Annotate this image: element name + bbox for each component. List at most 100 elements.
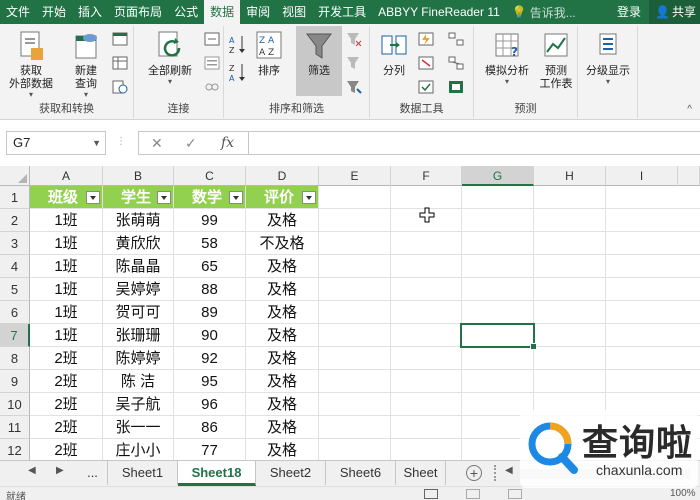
- cell-H3[interactable]: [534, 232, 606, 255]
- connections-icon[interactable]: [204, 32, 220, 46]
- tab-6[interactable]: 审阅: [240, 0, 276, 24]
- row-header-1[interactable]: 1: [0, 186, 30, 209]
- sort-descending-button[interactable]: ZA: [228, 62, 248, 86]
- cell-E10[interactable]: [319, 393, 391, 416]
- cell-B8[interactable]: 陈婷婷: [103, 347, 174, 370]
- cell-F5[interactable]: [391, 278, 462, 301]
- cell-B11[interactable]: 张一一: [103, 416, 174, 439]
- hscroll-left-icon[interactable]: ◀: [505, 465, 513, 476]
- properties-icon[interactable]: [204, 56, 220, 70]
- cell-G8[interactable]: [462, 347, 534, 370]
- cell-H7[interactable]: [534, 324, 606, 347]
- data-validation-icon[interactable]: [418, 80, 434, 94]
- cell-G5[interactable]: [462, 278, 534, 301]
- cell-C9[interactable]: 95: [174, 370, 246, 393]
- text-to-columns-button[interactable]: 分列: [374, 30, 414, 78]
- get-external-data-button[interactable]: 获取 外部数据 ▾: [4, 30, 58, 99]
- cell-F10[interactable]: [391, 393, 462, 416]
- cell-D4[interactable]: 及格: [246, 255, 319, 278]
- forecast-sheet-button[interactable]: 预测 工作表: [536, 30, 576, 91]
- cell-F11[interactable]: [391, 416, 462, 439]
- cell-A11[interactable]: 2班: [30, 416, 103, 439]
- cell-B1[interactable]: 学生: [103, 186, 174, 209]
- column-header-A[interactable]: A: [30, 166, 103, 186]
- chevron-down-icon[interactable]: ▼: [92, 132, 101, 154]
- cell-C11[interactable]: 86: [174, 416, 246, 439]
- cell-G2[interactable]: [462, 209, 534, 232]
- filter-button[interactable]: 筛选: [296, 26, 342, 96]
- cell-F6[interactable]: [391, 301, 462, 324]
- row-header-7[interactable]: 7: [0, 324, 30, 347]
- cell-H9[interactable]: [534, 370, 606, 393]
- cell-I1[interactable]: [606, 186, 700, 209]
- cell-F4[interactable]: [391, 255, 462, 278]
- collapse-ribbon-icon[interactable]: ^: [687, 104, 692, 115]
- cell-E4[interactable]: [319, 255, 391, 278]
- cell-A1[interactable]: 班级: [30, 186, 103, 209]
- tab-2[interactable]: 插入: [72, 0, 108, 24]
- cell-B5[interactable]: 吴婷婷: [103, 278, 174, 301]
- row-header-12[interactable]: 12: [0, 439, 30, 460]
- insert-function-icon[interactable]: fx: [221, 135, 234, 151]
- row-header-9[interactable]: 9: [0, 370, 30, 393]
- show-queries-icon[interactable]: [112, 32, 128, 46]
- sheet-tab-sheet18[interactable]: Sheet18: [178, 461, 256, 486]
- cell-E6[interactable]: [319, 301, 391, 324]
- cell-G9[interactable]: [462, 370, 534, 393]
- cell-A9[interactable]: 2班: [30, 370, 103, 393]
- remove-duplicates-icon[interactable]: [418, 56, 434, 70]
- column-header-G[interactable]: G: [462, 166, 534, 186]
- cell-G1[interactable]: [462, 186, 534, 209]
- filter-dropdown-icon[interactable]: [229, 191, 243, 204]
- tab-splitter[interactable]: [494, 465, 498, 481]
- sheet-tab-sheet1[interactable]: Sheet1: [108, 461, 178, 485]
- cell-G3[interactable]: [462, 232, 534, 255]
- add-sheet-icon[interactable]: +: [466, 465, 482, 481]
- filter-dropdown-icon[interactable]: [157, 191, 171, 204]
- cell-F12[interactable]: [391, 439, 462, 460]
- tab-8[interactable]: 开发工具: [312, 0, 372, 24]
- cell-I3[interactable]: [606, 232, 700, 255]
- cell-D6[interactable]: 及格: [246, 301, 319, 324]
- cell-F8[interactable]: [391, 347, 462, 370]
- advanced-filter-icon[interactable]: [346, 80, 362, 94]
- cell-G6[interactable]: [462, 301, 534, 324]
- cell-C2[interactable]: 99: [174, 209, 246, 232]
- cell-C6[interactable]: 89: [174, 301, 246, 324]
- cell-A6[interactable]: 1班: [30, 301, 103, 324]
- cell-A10[interactable]: 2班: [30, 393, 103, 416]
- cell-E9[interactable]: [319, 370, 391, 393]
- column-header-B[interactable]: B: [103, 166, 174, 186]
- cell-I4[interactable]: [606, 255, 700, 278]
- cell-A7[interactable]: 1班: [30, 324, 103, 347]
- share-button[interactable]: 👤 共享: [649, 0, 700, 24]
- cell-C12[interactable]: 77: [174, 439, 246, 460]
- cell-H4[interactable]: [534, 255, 606, 278]
- cell-C7[interactable]: 90: [174, 324, 246, 347]
- cell-D11[interactable]: 及格: [246, 416, 319, 439]
- column-header-C[interactable]: C: [174, 166, 246, 186]
- cell-D8[interactable]: 及格: [246, 347, 319, 370]
- sort-ascending-button[interactable]: AZ: [228, 34, 248, 58]
- reapply-filter-icon[interactable]: [346, 56, 362, 70]
- cell-B4[interactable]: 陈晶晶: [103, 255, 174, 278]
- recent-sources-icon[interactable]: [112, 80, 128, 94]
- column-header-F[interactable]: F: [391, 166, 462, 186]
- cell-I9[interactable]: [606, 370, 700, 393]
- sheet-tab-sheet2[interactable]: Sheet2: [256, 461, 326, 485]
- cell-D12[interactable]: 及格: [246, 439, 319, 460]
- tell-me-search[interactable]: 💡 告诉我...: [506, 0, 582, 24]
- cell-A3[interactable]: 1班: [30, 232, 103, 255]
- cell-C5[interactable]: 88: [174, 278, 246, 301]
- data-model-icon[interactable]: [448, 80, 464, 94]
- cell-E2[interactable]: [319, 209, 391, 232]
- row-header-6[interactable]: 6: [0, 301, 30, 324]
- cell-B7[interactable]: 张珊珊: [103, 324, 174, 347]
- cell-I5[interactable]: [606, 278, 700, 301]
- cell-C10[interactable]: 96: [174, 393, 246, 416]
- cancel-icon[interactable]: ✕: [151, 135, 163, 152]
- cell-A12[interactable]: 2班: [30, 439, 103, 460]
- tab-9[interactable]: ABBYY FineReader 11: [372, 0, 506, 24]
- cell-E7[interactable]: [319, 324, 391, 347]
- row-header-4[interactable]: 4: [0, 255, 30, 278]
